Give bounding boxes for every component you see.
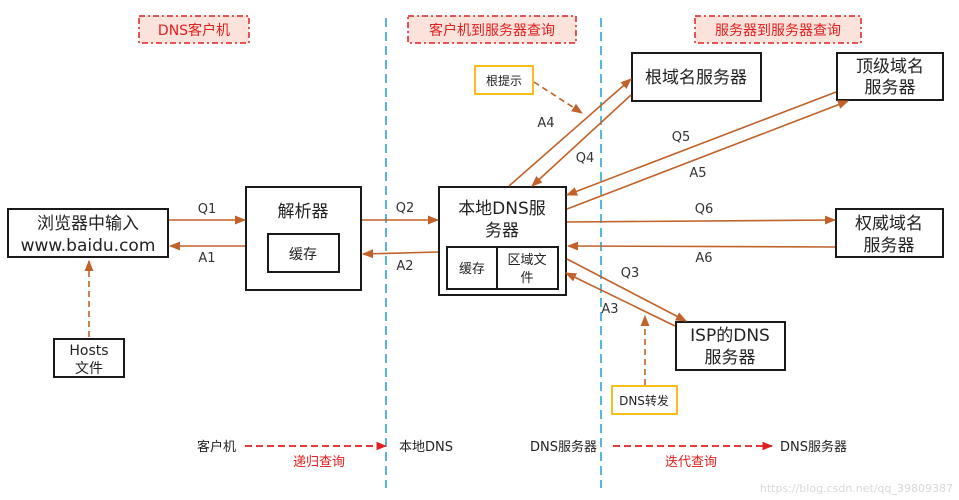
legend-recursive-to: 本地DNS [399, 440, 453, 455]
local-dns-line1: 本地DNS服 [458, 199, 546, 219]
tld-server-node: 顶级域名 服务器 [836, 52, 944, 101]
header-server-to-server: 服务器到服务器查询 [694, 15, 862, 44]
root-hints-label: 根提示 [486, 73, 522, 88]
dns-diagram: DNS客户机 客户机到服务器查询 服务器到服务器查询 浏览器中输入 www.ba… [7, 15, 953, 495]
q4-arrow [531, 94, 632, 187]
header-client-to-server-label: 客户机到服务器查询 [429, 22, 555, 39]
a5-arrow [566, 100, 850, 210]
header-client-label: DNS客户机 [158, 22, 230, 39]
q6-arrow [566, 215, 837, 225]
q6-label: Q6 [695, 202, 714, 217]
q3-label: Q3 [621, 266, 640, 281]
hosts-node: Hosts 文件 [53, 338, 125, 378]
legend-recursive: 客户机 本地DNS 递归查询 [197, 439, 453, 470]
resolver-node: 解析器 缓存 [245, 186, 362, 291]
a4-label: A4 [537, 116, 554, 131]
browser-line2: www.baidu.com [21, 236, 156, 256]
local-dns-line2: 务器 [485, 221, 519, 241]
q4-label: Q4 [576, 151, 595, 166]
isp-dns-node: ISP的DNS 服务器 [675, 321, 786, 371]
isp-line1: ISP的DNS [690, 326, 770, 346]
isp-line2: 服务器 [705, 348, 756, 368]
legend-recursive-from: 客户机 [197, 439, 236, 455]
hosts-line2: 文件 [75, 361, 103, 377]
q2-label: Q2 [396, 201, 415, 216]
a1-label: A1 [198, 251, 215, 266]
dns-forward-note: DNS转发 [611, 385, 678, 415]
root-server-node: 根域名服务器 [631, 52, 762, 102]
legend-iterative-label: 迭代查询 [665, 455, 717, 470]
authoritative-server-node: 权威域名 服务器 [835, 208, 944, 258]
watermark: https://blog.csdn.net/qq_39809387 [760, 482, 953, 495]
a4-arrow [508, 78, 632, 187]
tld-line2: 服务器 [865, 78, 916, 98]
resolver-cache: 缓存 [289, 247, 317, 263]
header-client: DNS客户机 [138, 15, 250, 44]
header-client-to-server: 客户机到服务器查询 [407, 15, 577, 44]
root-hints-note: 根提示 [474, 65, 534, 95]
legend-iterative-to: DNS服务器 [780, 439, 847, 455]
hosts-line1: Hosts [69, 343, 108, 359]
resolver-title: 解析器 [278, 202, 329, 222]
authoritative-line1: 权威域名 [855, 214, 923, 234]
a5-label: A5 [689, 166, 706, 181]
local-dns-zone-line1: 区域文 [507, 253, 546, 268]
a6-arrow [566, 241, 836, 251]
legend-iterative-from: DNS服务器 [530, 439, 597, 455]
legend-iterative: DNS服务器 DNS服务器 迭代查询 [530, 439, 847, 470]
q5-label: Q5 [672, 130, 691, 145]
a3-label: A3 [601, 302, 618, 317]
legend-recursive-label: 递归查询 [293, 455, 345, 470]
local-dns-zone-line2: 件 [520, 271, 533, 286]
local-dns-node: 本地DNS服 务器 缓存 区域文 件 [438, 186, 567, 296]
tld-line1: 顶级域名 [856, 57, 924, 77]
dns-forward-label: DNS转发 [619, 393, 669, 408]
authoritative-line2: 服务器 [864, 236, 915, 256]
a2-label: A2 [396, 259, 413, 274]
q1-label: Q1 [198, 202, 217, 217]
root-hints-arrow [533, 81, 583, 114]
local-dns-cache: 缓存 [459, 262, 485, 277]
root-server-label: 根域名服务器 [645, 68, 747, 88]
a2-arrow [361, 249, 439, 259]
browser-node: 浏览器中输入 www.baidu.com [7, 208, 169, 258]
browser-line1: 浏览器中输入 [37, 214, 139, 234]
a6-label: A6 [695, 251, 712, 266]
header-server-to-server-label: 服务器到服务器查询 [715, 23, 841, 39]
